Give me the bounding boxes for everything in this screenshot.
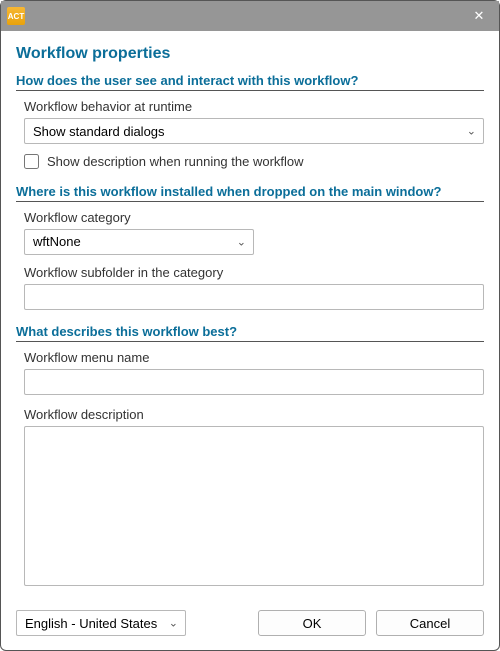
dialog-content: Workflow properties How does the user se… (1, 31, 499, 598)
description-textarea[interactable] (24, 426, 484, 586)
app-icon-label: ACT (8, 12, 24, 21)
category-select[interactable] (24, 229, 254, 255)
section-header-describe: What describes this workflow best? (16, 324, 484, 342)
behavior-select-wrap: ⌄ (24, 118, 484, 144)
dialog-title: Workflow properties (16, 45, 484, 63)
category-select-wrap: ⌄ (24, 229, 254, 255)
subfolder-label: Workflow subfolder in the category (24, 265, 484, 280)
section-header-install: Where is this workflow installed when dr… (16, 184, 484, 202)
behavior-select[interactable] (24, 118, 484, 144)
field-block-behavior: Workflow behavior at runtime ⌄ Show desc… (16, 99, 484, 181)
category-label: Workflow category (24, 210, 484, 225)
menu-name-input[interactable] (24, 369, 484, 395)
button-row: ⌄ OK Cancel (1, 598, 499, 650)
app-icon: ACT (7, 7, 25, 25)
close-icon: ✕ (474, 8, 485, 24)
titlebar: ACT ✕ (1, 1, 499, 31)
ok-button[interactable]: OK (258, 610, 366, 636)
show-description-label: Show description when running the workfl… (47, 154, 304, 169)
field-block-describe: Workflow menu name Workflow description (16, 350, 484, 598)
behavior-label: Workflow behavior at runtime (24, 99, 484, 114)
section-header-interaction: How does the user see and interact with … (16, 73, 484, 91)
menu-name-label: Workflow menu name (24, 350, 484, 365)
show-description-checkbox[interactable] (24, 154, 39, 169)
language-select-wrap: ⌄ (16, 610, 186, 636)
field-block-category: Workflow category ⌄ Workflow subfolder i… (16, 210, 484, 322)
language-select[interactable] (16, 610, 186, 636)
subfolder-input[interactable] (24, 284, 484, 310)
close-button[interactable]: ✕ (459, 1, 499, 31)
cancel-button[interactable]: Cancel (376, 610, 484, 636)
description-label: Workflow description (24, 407, 484, 422)
show-description-row[interactable]: Show description when running the workfl… (24, 154, 484, 169)
